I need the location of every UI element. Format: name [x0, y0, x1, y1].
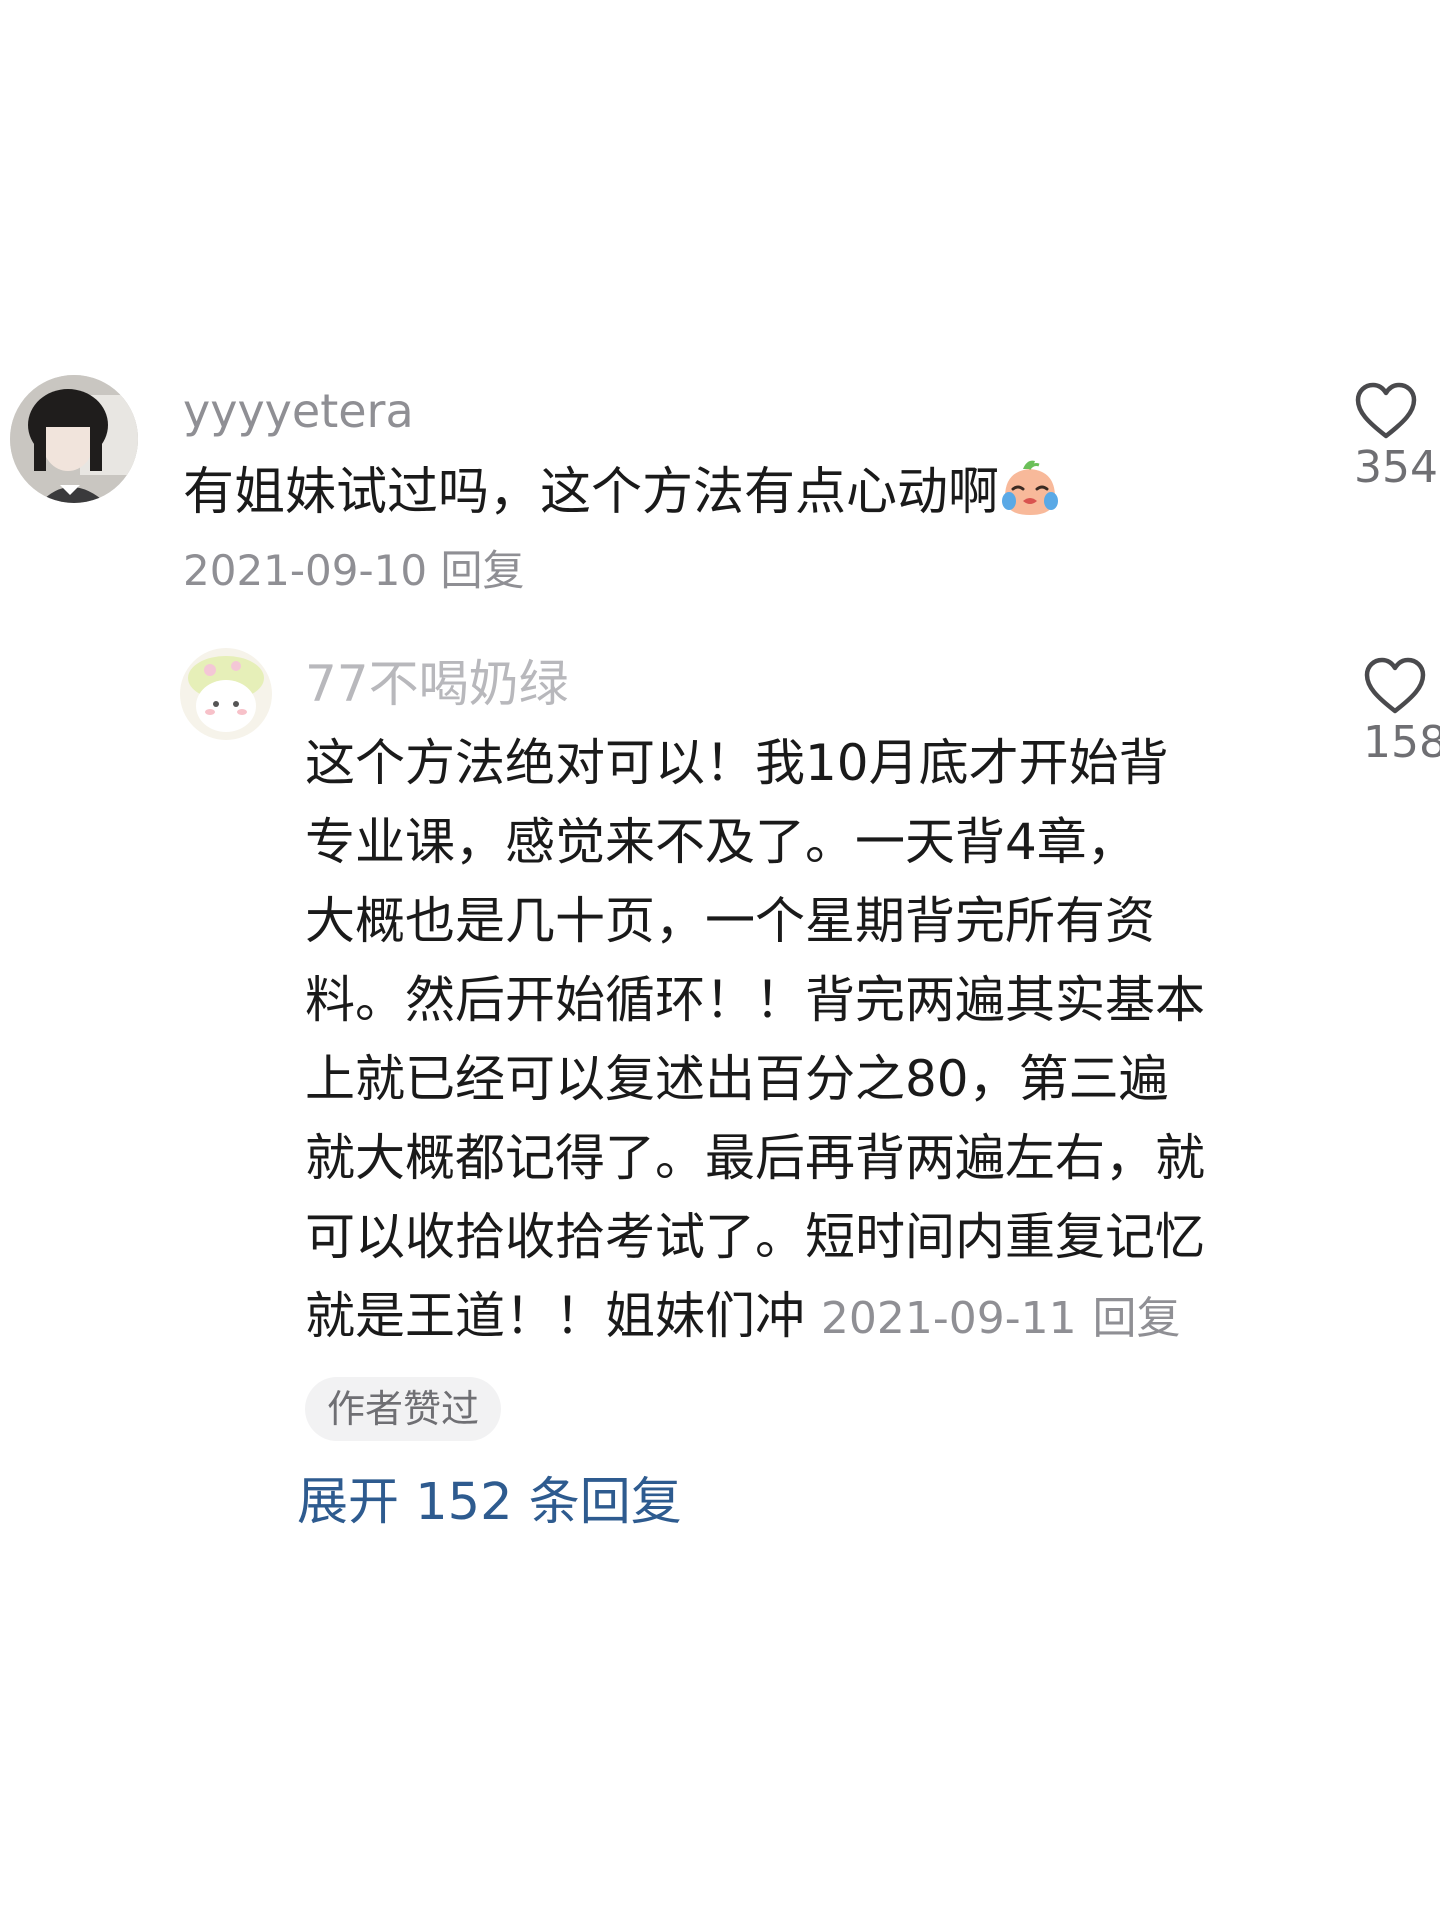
reply-text-line: 这个方法绝对可以！我10月底才开始背	[305, 734, 1169, 792]
like-count: 354	[1354, 442, 1438, 493]
crying-face-emoji-icon	[999, 457, 1061, 519]
user-avatar-image	[10, 375, 138, 503]
reply-date: 2021-09-11	[820, 1293, 1077, 1344]
comment-meta: 2021-09-10 回复	[183, 543, 524, 599]
like-button[interactable]: 354	[1354, 382, 1440, 496]
avatar[interactable]	[180, 648, 272, 740]
like-button[interactable]: 1589	[1363, 657, 1440, 771]
avatar[interactable]	[10, 375, 138, 503]
reply-username[interactable]: 77不喝奶绿	[305, 652, 569, 716]
reply-text-line: 专业课，感觉来不及了。一天背4章，	[305, 813, 1137, 871]
reply-text-line: 料。然后开始循环！！背完两遍其实基本	[305, 971, 1205, 1029]
reply-button[interactable]: 回复	[440, 546, 524, 595]
reply-text-line: 就大概都记得了。最后再背两遍左右，就	[305, 1129, 1205, 1187]
reply-text-line: 大概也是几十页，一个星期背完所有资	[305, 892, 1155, 950]
expand-replies-link[interactable]: 展开 152 条回复	[297, 1470, 682, 1536]
heart-icon	[1364, 657, 1426, 714]
like-count: 1589	[1363, 717, 1440, 768]
comment-text-content: 有姐妹试过吗，这个方法有点心动啊	[183, 463, 1000, 522]
user-avatar-image	[180, 648, 272, 740]
reply-text-line: 上就已经可以复述出百分之80，第三遍	[305, 1050, 1169, 1108]
comment-date: 2021-09-10	[183, 546, 428, 595]
heart-icon	[1355, 382, 1417, 439]
reply-button[interactable]: 回复	[1093, 1293, 1181, 1344]
reply-last-line: 就是王道！！姐妹们冲 2021-09-11 回复	[305, 1277, 1305, 1358]
reply-text: 这个方法绝对可以！我10月底才开始背 专业课，感觉来不及了。一天背4章， 大概也…	[305, 724, 1305, 1358]
comment-username[interactable]: yyyyetera	[183, 381, 414, 441]
author-liked-badge: 作者赞过	[305, 1377, 502, 1441]
reply-text-line: 就是王道！！姐妹们冲	[305, 1287, 805, 1345]
reply-text-line: 可以收拾收拾考试了。短时间内重复记忆	[305, 1208, 1205, 1266]
comment-text: 有姐妹试过吗，这个方法有点心动啊	[183, 457, 1061, 526]
